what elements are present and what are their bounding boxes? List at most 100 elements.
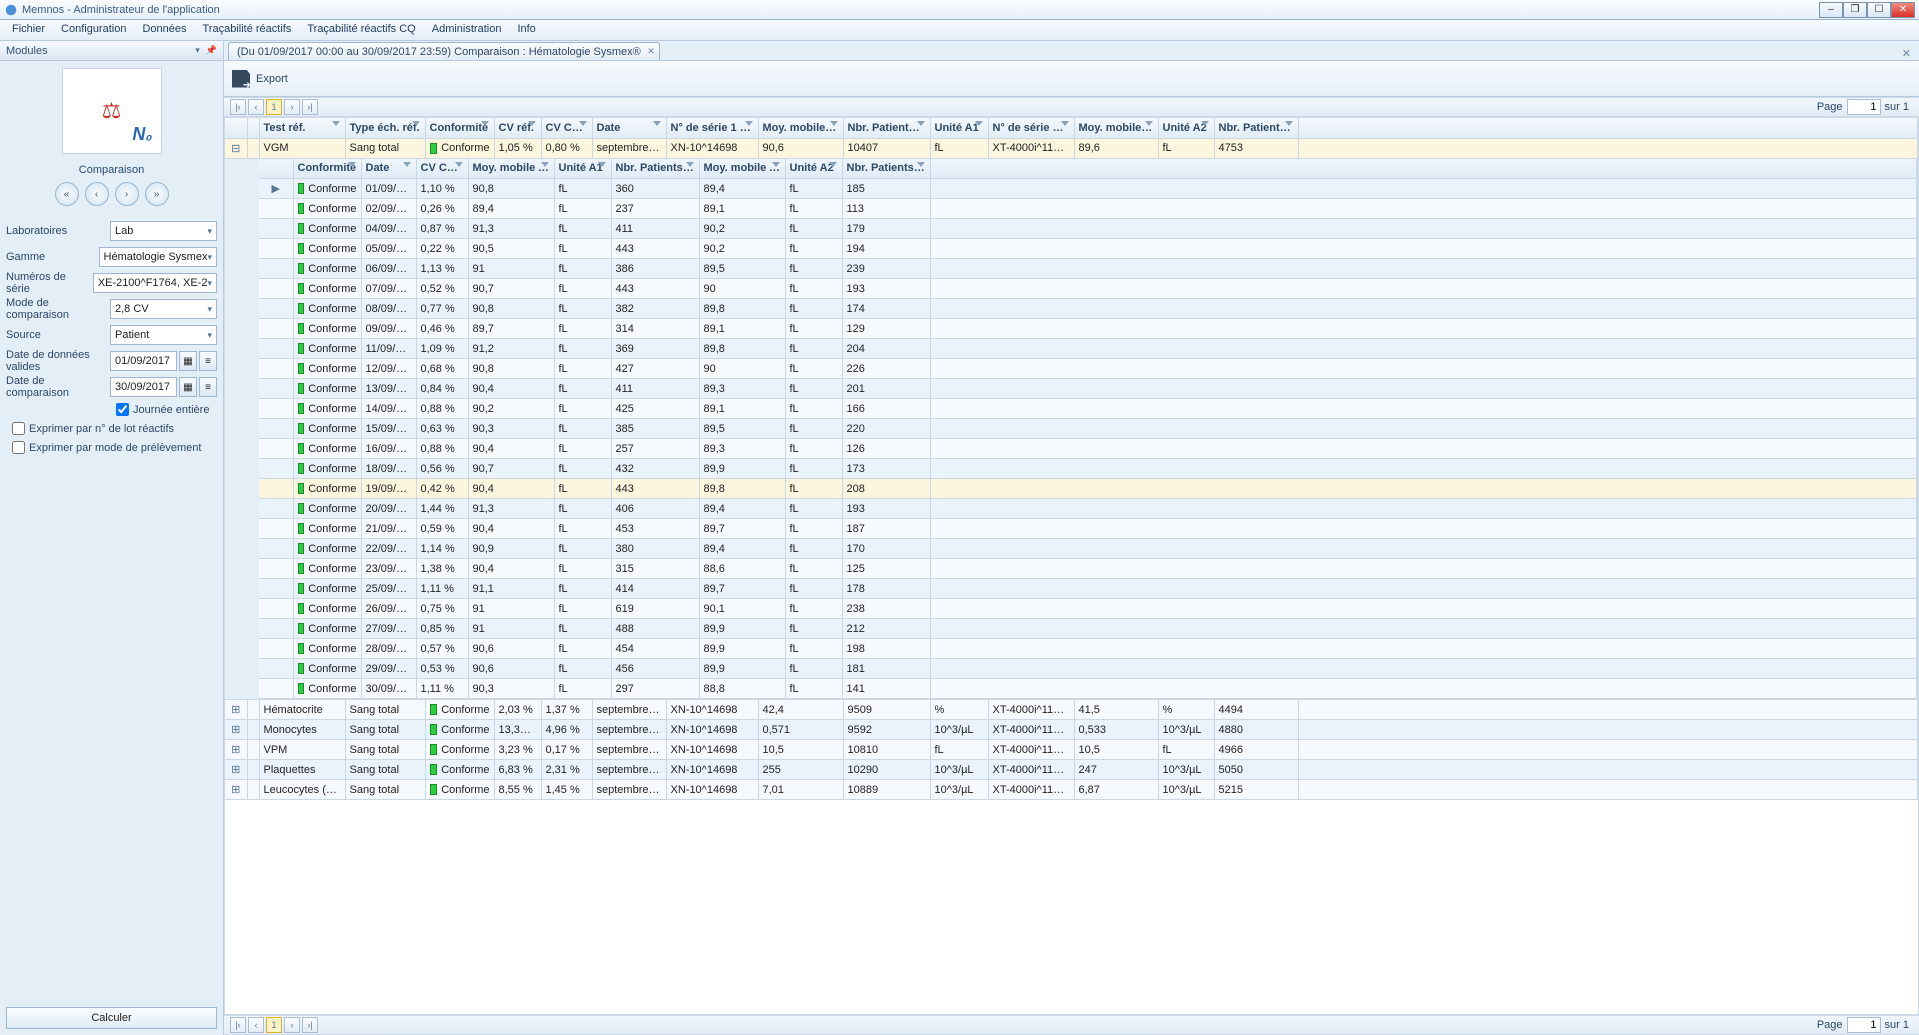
data-grid[interactable]: Test réf.Type éch. réf.ConformitéCV réf.…	[224, 117, 1919, 1015]
col-header[interactable]: N° de série 2 (A2)	[988, 118, 1074, 138]
detail-row[interactable]: Conforme25/09/20171,11 %91,1fL41489,7fL1…	[259, 579, 1917, 599]
detail-row[interactable]: Conforme06/09/20171,13 %91fL38689,5fL239	[259, 259, 1917, 279]
filter-icon[interactable]	[745, 121, 755, 131]
detail-col-header[interactable]: Nbr. Patients A2	[842, 159, 930, 179]
pager-page-input-b[interactable]	[1847, 1017, 1881, 1033]
pager-last-button[interactable]: ›|	[302, 99, 318, 115]
calculer-button[interactable]: Calculer	[6, 1007, 217, 1029]
restore-button[interactable]: ❐	[1843, 2, 1867, 18]
detail-row[interactable]: Conforme05/09/20170,22 %90,5fL44390,2fL1…	[259, 239, 1917, 259]
pager-next-button-b[interactable]: ›	[284, 1017, 300, 1033]
detail-row[interactable]: Conforme22/09/20171,14 %90,9fL38089,4fL1…	[259, 539, 1917, 559]
expand-toggle[interactable]: ⊞	[225, 760, 247, 780]
filter-icon[interactable]	[975, 121, 985, 131]
table-row[interactable]: ⊞Leucocytes (WBCP)Sang totalConforme8,55…	[225, 780, 1918, 800]
nav-next-button[interactable]: ›	[115, 182, 139, 206]
detail-row[interactable]: Conforme28/09/20170,57 %90,6fL45489,9fL1…	[259, 639, 1917, 659]
pager-prev-button-b[interactable]: ‹	[248, 1017, 264, 1033]
table-row[interactable]: ⊞PlaquettesSang totalConforme6,83 %2,31 …	[225, 760, 1918, 780]
detail-col-header[interactable]: Conformité	[293, 159, 361, 179]
minimize-button[interactable]: –	[1819, 2, 1843, 18]
expand-toggle[interactable]: ⊞	[225, 720, 247, 740]
filter-icon[interactable]	[829, 162, 839, 172]
filter-icon[interactable]	[1145, 121, 1155, 131]
filter-icon[interactable]	[917, 121, 927, 131]
tab-close-icon[interactable]: ✕	[647, 46, 655, 57]
expand-toggle[interactable]: ⊞	[225, 740, 247, 760]
filter-icon[interactable]	[455, 162, 465, 172]
filter-icon[interactable]	[403, 162, 413, 172]
detail-row[interactable]: Conforme13/09/20170,84 %90,4fL41189,3fL2…	[259, 379, 1917, 399]
expand-toggle[interactable]: ⊟	[225, 138, 247, 158]
pin-icon[interactable]: 📌	[206, 45, 217, 56]
detail-col-header[interactable]: Moy. mobile A2	[699, 159, 785, 179]
close-button[interactable]: ✕	[1891, 2, 1915, 18]
col-header[interactable]: Moy. mobile A2	[1074, 118, 1158, 138]
filter-icon[interactable]	[348, 162, 358, 172]
expand-toggle[interactable]: ⊞	[225, 700, 247, 720]
filter-icon[interactable]	[686, 162, 696, 172]
pager-page-1-button[interactable]: 1	[266, 99, 282, 115]
col-header[interactable]: N° de série 1 (A1)	[666, 118, 758, 138]
detail-col-header[interactable]: Unité A2	[785, 159, 842, 179]
filter-icon[interactable]	[917, 162, 927, 172]
pager-page-input[interactable]	[1847, 99, 1881, 115]
filter-icon[interactable]	[528, 121, 538, 131]
datecomp-input[interactable]: 30/09/2017	[110, 377, 177, 397]
datevalid-extra-button[interactable]: ≡	[199, 351, 217, 371]
filter-icon[interactable]	[412, 121, 422, 131]
filter-icon[interactable]	[579, 121, 589, 131]
table-row[interactable]: ⊞VPMSang totalConforme3,23 %0,17 %septem…	[225, 740, 1918, 760]
detail-row[interactable]: Conforme23/09/20171,38 %90,4fL31588,6fL1…	[259, 559, 1917, 579]
sidebar-header[interactable]: Modules ▾ 📌	[0, 41, 223, 61]
detail-col-header[interactable]: Unité A1	[554, 159, 611, 179]
col-header[interactable]: Conformité	[425, 118, 494, 138]
menu-info[interactable]: Info	[509, 20, 543, 40]
col-header[interactable]: CV réf.	[494, 118, 541, 138]
datecomp-extra-button[interactable]: ≡	[199, 377, 217, 397]
col-header[interactable]: Date	[592, 118, 666, 138]
source-select[interactable]: Patient▾	[110, 325, 217, 345]
detail-row[interactable]: Conforme30/09/20171,11 %90,3fL29788,8fL1…	[259, 679, 1917, 699]
numeros-select[interactable]: XE-2100^F1764, XE-2▾	[93, 273, 217, 293]
pager-next-button[interactable]: ›	[284, 99, 300, 115]
detail-row[interactable]: Conforme09/09/20170,46 %89,7fL31489,1fL1…	[259, 319, 1917, 339]
detail-row[interactable]: Conforme26/09/20170,75 %91fL61990,1fL238	[259, 599, 1917, 619]
col-header[interactable]: Nbr. Patients A1	[843, 118, 930, 138]
mode-select[interactable]: 2,8 CV▾	[110, 299, 217, 319]
menu-données[interactable]: Données	[134, 20, 194, 40]
exp-mode-checkbox[interactable]	[12, 441, 25, 454]
journee-checkbox[interactable]	[116, 403, 129, 416]
tabrow-close-icon[interactable]: ✕	[1902, 47, 1911, 60]
nav-prev-button[interactable]: ‹	[85, 182, 109, 206]
filter-icon[interactable]	[1201, 121, 1211, 131]
filter-icon[interactable]	[541, 162, 551, 172]
filter-icon[interactable]	[653, 121, 663, 131]
detail-row[interactable]: Conforme14/09/20170,88 %90,2fL42589,1fL1…	[259, 399, 1917, 419]
col-header[interactable]: Nbr. Patients A2	[1214, 118, 1298, 138]
filter-icon[interactable]	[1285, 121, 1295, 131]
detail-row[interactable]: Conforme18/09/20170,56 %90,7fL43289,9fL1…	[259, 459, 1917, 479]
col-header[interactable]: Type éch. réf.	[345, 118, 425, 138]
table-row[interactable]: ⊞MonocytesSang totalConforme13,35 %4,96 …	[225, 720, 1918, 740]
exp-lot-checkbox[interactable]	[12, 422, 25, 435]
menu-traçabilité réactifs[interactable]: Traçabilité réactifs	[195, 20, 300, 40]
detail-row[interactable]: Conforme02/09/20170,26 %89,4fL23789,1fL1…	[259, 199, 1917, 219]
datevalid-input[interactable]: 01/09/2017	[110, 351, 177, 371]
pager-prev-button[interactable]: ‹	[248, 99, 264, 115]
detail-row[interactable]: Conforme04/09/20170,87 %91,3fL41190,2fL1…	[259, 219, 1917, 239]
detail-row[interactable]: Conforme16/09/20170,88 %90,4fL25789,3fL1…	[259, 439, 1917, 459]
detail-row[interactable]: Conforme29/09/20170,53 %90,6fL45689,9fL1…	[259, 659, 1917, 679]
detail-col-header[interactable]: CV Calc.	[416, 159, 468, 179]
filter-icon[interactable]	[598, 162, 608, 172]
filter-icon[interactable]	[772, 162, 782, 172]
detail-row[interactable]: Conforme19/09/20170,42 %90,4fL44389,8fL2…	[259, 479, 1917, 499]
col-header[interactable]: Unité A1	[930, 118, 988, 138]
nav-last-button[interactable]: »	[145, 182, 169, 206]
export-button[interactable]: Export	[256, 73, 288, 85]
pager-first-button-b[interactable]: |‹	[230, 1017, 246, 1033]
tab-comparison[interactable]: (Du 01/09/2017 00:00 au 30/09/2017 23:59…	[228, 42, 660, 60]
detail-row[interactable]: Conforme20/09/20171,44 %91,3fL40689,4fL1…	[259, 499, 1917, 519]
detail-row[interactable]: Conforme11/09/20171,09 %91,2fL36989,8fL2…	[259, 339, 1917, 359]
menu-administration[interactable]: Administration	[424, 20, 510, 40]
